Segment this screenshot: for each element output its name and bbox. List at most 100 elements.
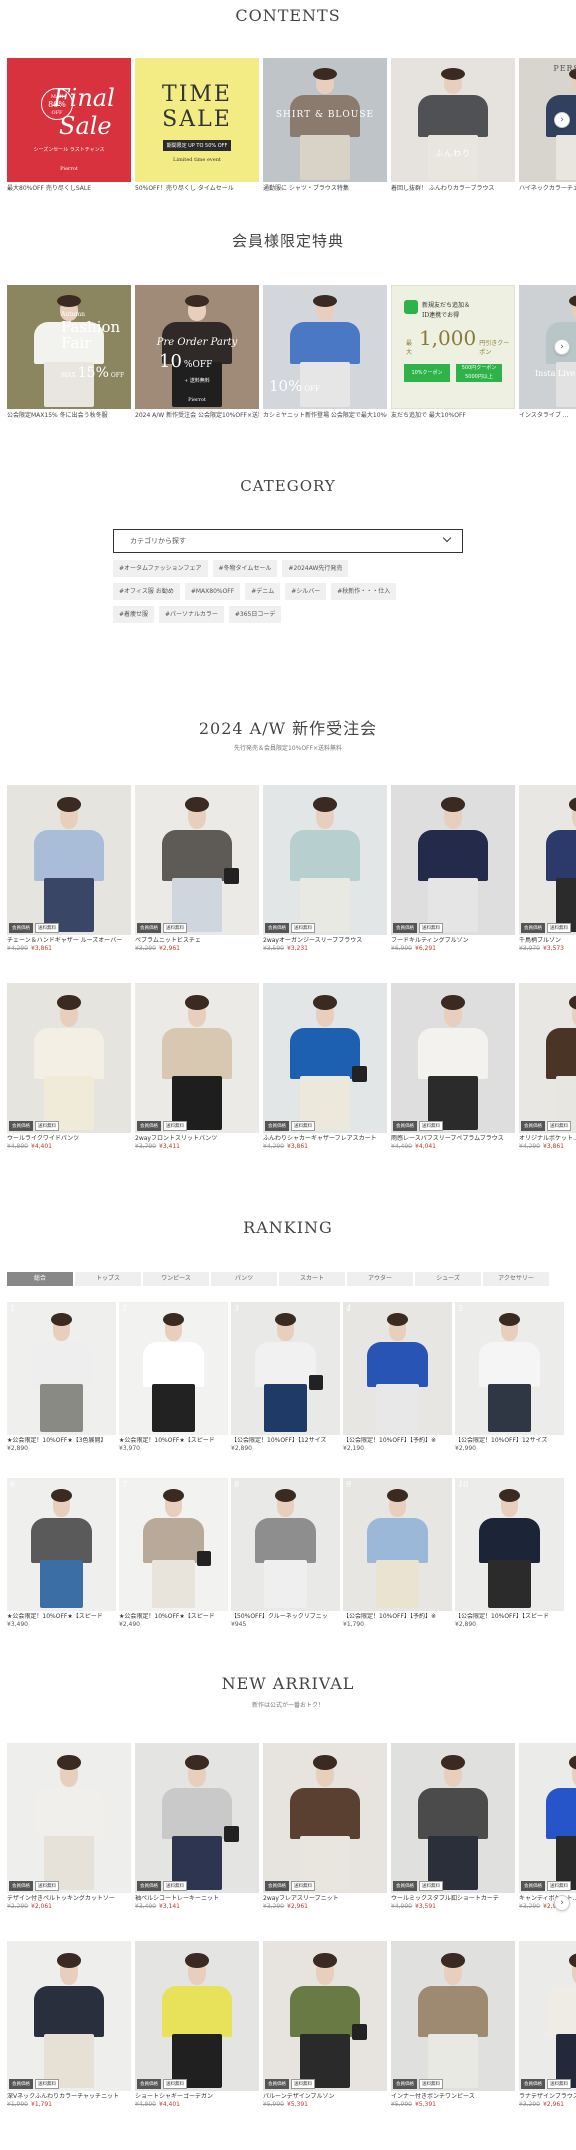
product-image[interactable]: 会員価格 送料無料 xyxy=(263,1941,387,2091)
ranking-card[interactable]: 3 【公会限定！10%OFF】【12サイズ ¥2,890 xyxy=(231,1302,340,1453)
ranking-image[interactable]: 6 xyxy=(7,1478,116,1611)
banner-photo[interactable] xyxy=(391,58,515,182)
members-banner[interactable]: Pre Order Party 10 %OFF + 送料無料 Pierrot xyxy=(135,285,259,409)
ranking-card[interactable]: 9 【公会限定！10%OFF】【予約】※ ¥1,790 xyxy=(343,1478,452,1629)
contents-next-arrow-icon[interactable]: › xyxy=(554,112,570,128)
product-image[interactable]: 会員価格 送料無料 xyxy=(263,983,387,1133)
product-card[interactable]: 会員価格 送料無料 ウールミックスダブル釦ショートカーデ ¥4,990 ¥3,591 xyxy=(391,1743,515,1911)
contents-banner[interactable]: SHIRT & BLOUSE xyxy=(263,58,387,182)
contents-card[interactable]: ふんわり 着回し抜群！ ふんわりカラーブラウス xyxy=(391,58,515,193)
product-image[interactable]: 会員価格 送料無料 xyxy=(135,983,259,1133)
product-image[interactable]: 会員価格 送料無料 xyxy=(7,1941,131,2091)
product-image[interactable]: 会員価格 送料無料 xyxy=(7,785,131,935)
product-image[interactable]: 会員価格 送料無料 xyxy=(391,1941,515,2091)
ranking-card[interactable]: 10 【公会限定！10%OFF】【スピード ¥2,890 xyxy=(455,1478,564,1629)
ranking-card[interactable]: 8 【50%OFF】クルーネックリブニッ ¥945 xyxy=(231,1478,340,1629)
members-banner[interactable]: 10% OFF xyxy=(263,285,387,409)
contents-banner[interactable]: TIME SALE 期間限定 UP TO 50% OFF Limited time e… xyxy=(135,58,259,182)
category-chip[interactable]: #オータムファッションフェア xyxy=(113,560,208,577)
product-image[interactable]: 会員価格 送料無料 xyxy=(391,983,515,1133)
product-image[interactable]: 会員価格 送料無料 xyxy=(7,1743,131,1893)
product-card[interactable]: 会員価格 送料無料 チェーン＆ハンドギャザー ルーズオーバー ¥4,290 ¥3,861 xyxy=(7,785,131,953)
members-card[interactable]: 新規友だち追加＆ ID連携でお得 最大 1,000 円引きクーポン 10%クーポン 500円… xyxy=(391,285,515,420)
contents-card[interactable]: TIME SALE 期間限定 UP TO 50% OFF Limited time e… xyxy=(135,58,259,193)
ranking-image[interactable]: 8 xyxy=(231,1478,340,1611)
contents-card[interactable]: MAX 80% OFF Final Sale シーズンセール ラストチャンス Pierrot… xyxy=(7,58,131,193)
product-image[interactable]: 会員価格 送料無料 xyxy=(263,785,387,935)
ranking-card[interactable]: 6 ★公会限定！10%OFF★【スピード ¥3,490 xyxy=(7,1478,116,1629)
category-chip[interactable]: #365日コーデ xyxy=(228,606,282,623)
category-chip[interactable]: #冬物タイムセール xyxy=(212,560,278,577)
ranking-image[interactable]: 7 xyxy=(119,1478,228,1611)
ranking-card[interactable]: 7 ★公会限定！10%OFF★【スピード ¥2,490 xyxy=(119,1478,228,1629)
ranking-tab[interactable]: ワンピース xyxy=(143,1272,209,1286)
contents-card[interactable]: SHIRT & BLOUSE 通勤服に シャツ・ブラウス特集 xyxy=(263,58,387,193)
ranking-image[interactable]: 1 xyxy=(7,1302,116,1435)
ranking-tab[interactable]: 総合 xyxy=(7,1272,73,1286)
category-chip[interactable]: #オフィス服 お勧め xyxy=(113,583,180,600)
ranking-tab[interactable]: トップス xyxy=(75,1272,141,1286)
ranking-tab[interactable]: パンツ xyxy=(211,1272,277,1286)
product-image[interactable]: 会員価格 送料無料 xyxy=(7,983,131,1133)
new-arrival-next-arrow-icon[interactable]: › xyxy=(554,1895,570,1911)
members-carousel[interactable]: Autumn Fashion Fair MAX 15% OFF 公会限定MAX15% 冬に出… xyxy=(0,285,576,435)
product-image[interactable]: 会員価格 送料無料 xyxy=(135,785,259,935)
ranking-tab[interactable]: シューズ xyxy=(415,1272,481,1286)
category-chip[interactable]: #MAX80%OFF xyxy=(184,583,241,600)
ranking-image[interactable]: 4 xyxy=(343,1302,452,1435)
product-card[interactable]: 会員価格 送料無料 ショートシャギーゴーデガン ¥4,890 ¥4,401 xyxy=(135,1941,259,2109)
product-card[interactable]: 会員価格 送料無料 ふんわりシャカーギャザーフレアスカート ¥4,290 ¥3,861 xyxy=(263,983,387,1151)
product-card[interactable]: 会員価格 送料無料 ウールライクワイドパンツ ¥4,890 ¥4,401 xyxy=(7,983,131,1151)
ranking-image[interactable]: 10 xyxy=(455,1478,564,1611)
banner-photo[interactable] xyxy=(263,58,387,182)
ranking-tab[interactable]: スカート xyxy=(279,1272,345,1286)
product-card[interactable]: 会員価格 送料無料 パルーンデザインブルゾン ¥5,990 ¥5,391 xyxy=(263,1941,387,2109)
category-chip[interactable]: #シルバー xyxy=(285,583,327,600)
product-image[interactable]: 会員価格 送料無料 xyxy=(519,785,576,935)
product-card[interactable]: 会員価格 送料無料 デザイン付きペルトッキングカットソー ¥2,290 ¥2,061 xyxy=(7,1743,131,1911)
product-card[interactable]: 会員価格 送料無料 深Vネックふんわりカラーチャッチニット ¥1,990 ¥1,791 xyxy=(7,1941,131,2109)
members-next-arrow-icon[interactable]: › xyxy=(554,339,570,355)
ranking-image[interactable]: 2 xyxy=(119,1302,228,1435)
ranking-card[interactable]: 5 【公会限定！10%OFF】12サイズ ¥2,990 xyxy=(455,1302,564,1453)
category-select[interactable]: カテゴリから探す xyxy=(113,529,463,553)
ranking-tab[interactable]: アウター xyxy=(347,1272,413,1286)
product-image[interactable]: 会員価格 送料無料 xyxy=(391,785,515,935)
ranking-image[interactable]: 3 xyxy=(231,1302,340,1435)
members-banner[interactable]: 新規友だち追加＆ ID連携でお得 最大 1,000 円引きクーポン 10%クーポン 500円… xyxy=(391,285,515,409)
category-chip[interactable]: #パーソナルカラー xyxy=(159,606,224,623)
contents-carousel[interactable]: MAX 80% OFF Final Sale シーズンセール ラストチャンス Pierrot… xyxy=(0,58,576,208)
product-image[interactable]: 会員価格 送料無料 xyxy=(263,1743,387,1893)
product-card[interactable]: 会員価格 送料無料 2wayオーガンジースリーブブラウス ¥3,590 ¥3,231 xyxy=(263,785,387,953)
product-image[interactable]: 会員価格 送料無料 xyxy=(391,1743,515,1893)
product-card[interactable]: 会員価格 送料無料 オリジナルポケット... ¥4,290 ¥3,861 xyxy=(519,983,576,1151)
category-chip[interactable]: #秋新作・・・仕入 xyxy=(331,583,397,600)
product-card[interactable]: 会員価格 送料無料 2wayフロントスリットパンツ ¥3,790 ¥3,411 xyxy=(135,983,259,1151)
contents-banner[interactable]: ふんわり xyxy=(391,58,515,182)
product-card[interactable]: 会員価格 送料無料 2wayフレアスリーブニット ¥3,290 ¥2,961 xyxy=(263,1743,387,1911)
category-chip[interactable]: #デニム xyxy=(245,583,281,600)
product-card[interactable]: 会員価格 送料無料 キャンディポケット... ¥3,290 ¥2,961 xyxy=(519,1743,576,1911)
product-card[interactable]: 会員価格 送料無料 インナー付きポンチワンピース ¥5,990 ¥5,391 xyxy=(391,1941,515,2109)
product-image[interactable]: 会員価格 送料無料 xyxy=(519,983,576,1133)
product-card[interactable]: 会員価格 送料無料 雨感レースパフスリーブペプラムブラウス ¥4,490 ¥4,041 xyxy=(391,983,515,1151)
product-card[interactable]: 会員価格 送料無料 ラナデザインブラウス ¥3,290 ¥2,961 xyxy=(519,1941,576,2109)
product-image[interactable]: 会員価格 送料無料 xyxy=(135,1941,259,2091)
ranking-card[interactable]: 2 ★公会限定！10%OFF★【スピード ¥3,970 xyxy=(119,1302,228,1453)
ranking-tab[interactable]: アクセサリー xyxy=(483,1272,549,1286)
ranking-card[interactable]: 1 ★公会限定！10%OFF★【3色展開】 ¥2,890 xyxy=(7,1302,116,1453)
product-image[interactable]: 会員価格 送料無料 xyxy=(519,1743,576,1893)
category-chip[interactable]: #2024AW先行発売 xyxy=(282,560,349,577)
ranking-image[interactable]: 5 xyxy=(455,1302,564,1435)
category-chip[interactable]: #着痩せ服 xyxy=(113,606,155,623)
product-card[interactable]: 会員価格 送料無料 フードキルティングブルゾン ¥6,990 ¥6,291 xyxy=(391,785,515,953)
product-card[interactable]: 会員価格 送料無料 千鳥柄ブルゾン ¥3,970 ¥3,573 xyxy=(519,785,576,953)
product-card[interactable]: 会員価格 送料無料 ペプラムニットビスチェ ¥3,290 ¥2,961 xyxy=(135,785,259,953)
members-banner[interactable]: Autumn Fashion Fair MAX 15% OFF xyxy=(7,285,131,409)
contents-banner[interactable]: MAX 80% OFF Final Sale シーズンセール ラストチャンス Pierrot xyxy=(7,58,131,182)
product-image[interactable]: 会員価格 送料無料 xyxy=(135,1743,259,1893)
members-card[interactable]: Pre Order Party 10 %OFF + 送料無料 Pierrot 2024 A… xyxy=(135,285,259,420)
members-card[interactable]: Autumn Fashion Fair MAX 15% OFF 公会限定MAX15% 冬に出… xyxy=(7,285,131,420)
members-card[interactable]: 10% OFF カシミヤニット新作登場 公会限定で最大10%OFF xyxy=(263,285,387,420)
product-card[interactable]: 会員価格 送料無料 袖ペルシコートレーキーニット ¥3,490 ¥3,141 xyxy=(135,1743,259,1911)
